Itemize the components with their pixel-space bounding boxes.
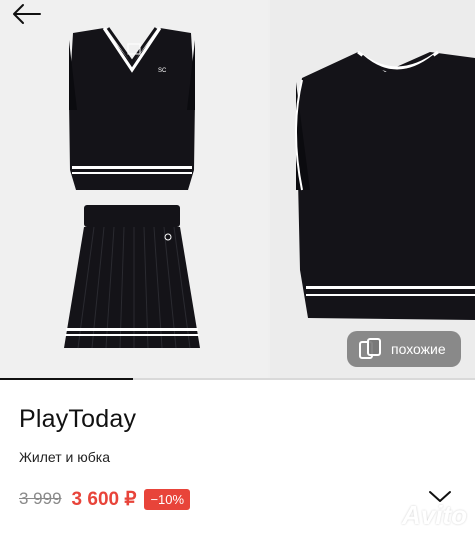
brand-name: PlayToday — [19, 405, 137, 433]
product-photo-set[interactable]: SC — [0, 0, 268, 380]
similar-items-button[interactable]: похожие — [347, 331, 461, 367]
similar-items-label: похожие — [391, 341, 446, 357]
arrow-left-icon — [13, 4, 41, 24]
avito-logo-icon — [370, 506, 394, 527]
avito-watermark-text: Avito — [402, 500, 467, 530]
avito-watermark: Avito — [368, 500, 467, 531]
image-gallery[interactable]: SC похожие — [0, 0, 475, 380]
product-photo-closeup[interactable] — [270, 0, 475, 380]
vest-and-skirt-image: SC — [64, 27, 200, 349]
discount-badge: −10% — [144, 488, 191, 510]
back-button[interactable] — [10, 2, 44, 26]
gallery-progress-fill — [0, 378, 133, 380]
product-title: Жилет и юбка — [19, 449, 110, 465]
current-price: 3 600 ₽ — [71, 488, 137, 510]
old-price: 3 999 — [19, 489, 62, 508]
similar-icon — [359, 338, 381, 359]
svg-text:SC: SC — [158, 68, 167, 74]
gallery-progress — [0, 378, 475, 380]
vest-closeup-image — [295, 50, 475, 320]
price-row: 3 999 3 600 ₽ −10% — [19, 487, 191, 511]
